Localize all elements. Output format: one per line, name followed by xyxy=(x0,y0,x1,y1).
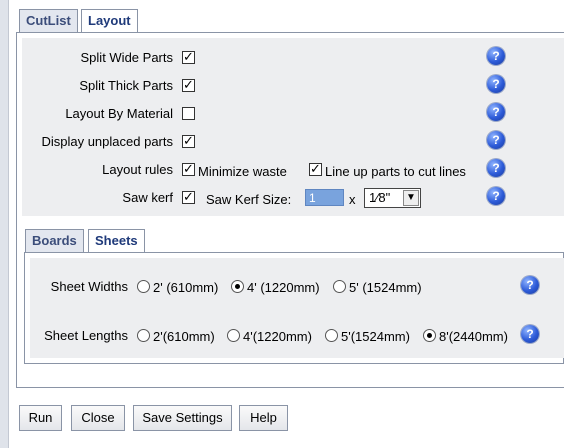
help-icon[interactable]: ? xyxy=(487,159,505,177)
close-button[interactable]: Close xyxy=(71,405,125,431)
layout-by-material-checkbox[interactable] xyxy=(182,107,195,120)
sheet-lengths-label: Sheet Lengths xyxy=(44,328,128,343)
sheet-length-8ft-label: 8'(2440mm) xyxy=(439,329,508,344)
kerf-fraction-value: 1⁄8" xyxy=(369,190,391,205)
save-settings-button[interactable]: Save Settings xyxy=(133,405,232,431)
split-wide-checkbox[interactable] xyxy=(182,49,195,65)
split-thick-checkbox[interactable] xyxy=(182,77,195,93)
minimize-waste-checkbox[interactable] xyxy=(182,161,195,177)
sheet-widths-label: Sheet Widths xyxy=(50,279,128,294)
tab-layout[interactable]: Layout xyxy=(81,9,138,34)
chevron-down-icon[interactable]: ▼ xyxy=(403,190,419,206)
line-up-label: Line up parts to cut lines xyxy=(325,164,466,179)
sheet-length-4ft-label: 4'(1220mm) xyxy=(243,329,312,344)
line-up-checkbox[interactable] xyxy=(309,161,322,177)
sheet-width-2ft-radio[interactable] xyxy=(137,280,150,293)
saw-kerf-size-label: Saw Kerf Size: xyxy=(206,192,292,207)
minimize-waste-label: Minimize waste xyxy=(198,164,287,179)
sheet-width-4ft-label: 4' (1220mm) xyxy=(247,280,320,295)
tab-boards[interactable]: Boards xyxy=(25,229,84,253)
tab-sheets[interactable]: Sheets xyxy=(88,229,145,254)
help-icon[interactable]: ? xyxy=(487,103,505,121)
split-thick-label: Split Thick Parts xyxy=(79,78,173,93)
times-label: x xyxy=(349,192,356,207)
sheet-width-5ft-radio[interactable] xyxy=(333,280,346,293)
help-icon[interactable]: ? xyxy=(487,131,505,149)
left-rail xyxy=(0,0,9,448)
help-button[interactable]: Help xyxy=(239,405,288,431)
sheet-width-5ft-label: 5' (1524mm) xyxy=(349,280,422,295)
help-icon[interactable]: ? xyxy=(521,276,539,294)
sheet-width-2ft-label: 2' (610mm) xyxy=(153,280,219,295)
sheet-length-2ft-radio[interactable] xyxy=(137,329,150,342)
saw-kerf-label: Saw kerf xyxy=(122,190,173,205)
help-icon[interactable]: ? xyxy=(521,325,539,343)
display-unplaced-label: Display unplaced parts xyxy=(41,134,173,149)
display-unplaced-checkbox[interactable] xyxy=(182,133,195,149)
help-icon[interactable]: ? xyxy=(487,47,505,65)
sheet-length-8ft-radio[interactable] xyxy=(423,329,436,342)
tab-cutlist[interactable]: CutList xyxy=(19,9,78,33)
sheet-length-5ft-radio[interactable] xyxy=(325,329,338,342)
layout-by-material-label: Layout By Material xyxy=(65,106,173,121)
sheet-length-4ft-radio[interactable] xyxy=(227,329,240,342)
help-icon[interactable]: ? xyxy=(487,187,505,205)
split-wide-label: Split Wide Parts xyxy=(80,50,173,65)
sheet-length-5ft-label: 5'(1524mm) xyxy=(341,329,410,344)
layout-rules-label: Layout rules xyxy=(102,162,173,177)
sheet-length-2ft-label: 2'(610mm) xyxy=(153,329,215,344)
sheet-width-4ft-radio[interactable] xyxy=(231,280,244,293)
saw-kerf-size-input[interactable]: 1 xyxy=(305,189,344,206)
kerf-fraction-select[interactable]: 1⁄8" ▼ xyxy=(364,188,421,208)
run-button[interactable]: Run xyxy=(19,405,62,431)
saw-kerf-checkbox[interactable] xyxy=(182,189,195,205)
help-icon[interactable]: ? xyxy=(487,75,505,93)
